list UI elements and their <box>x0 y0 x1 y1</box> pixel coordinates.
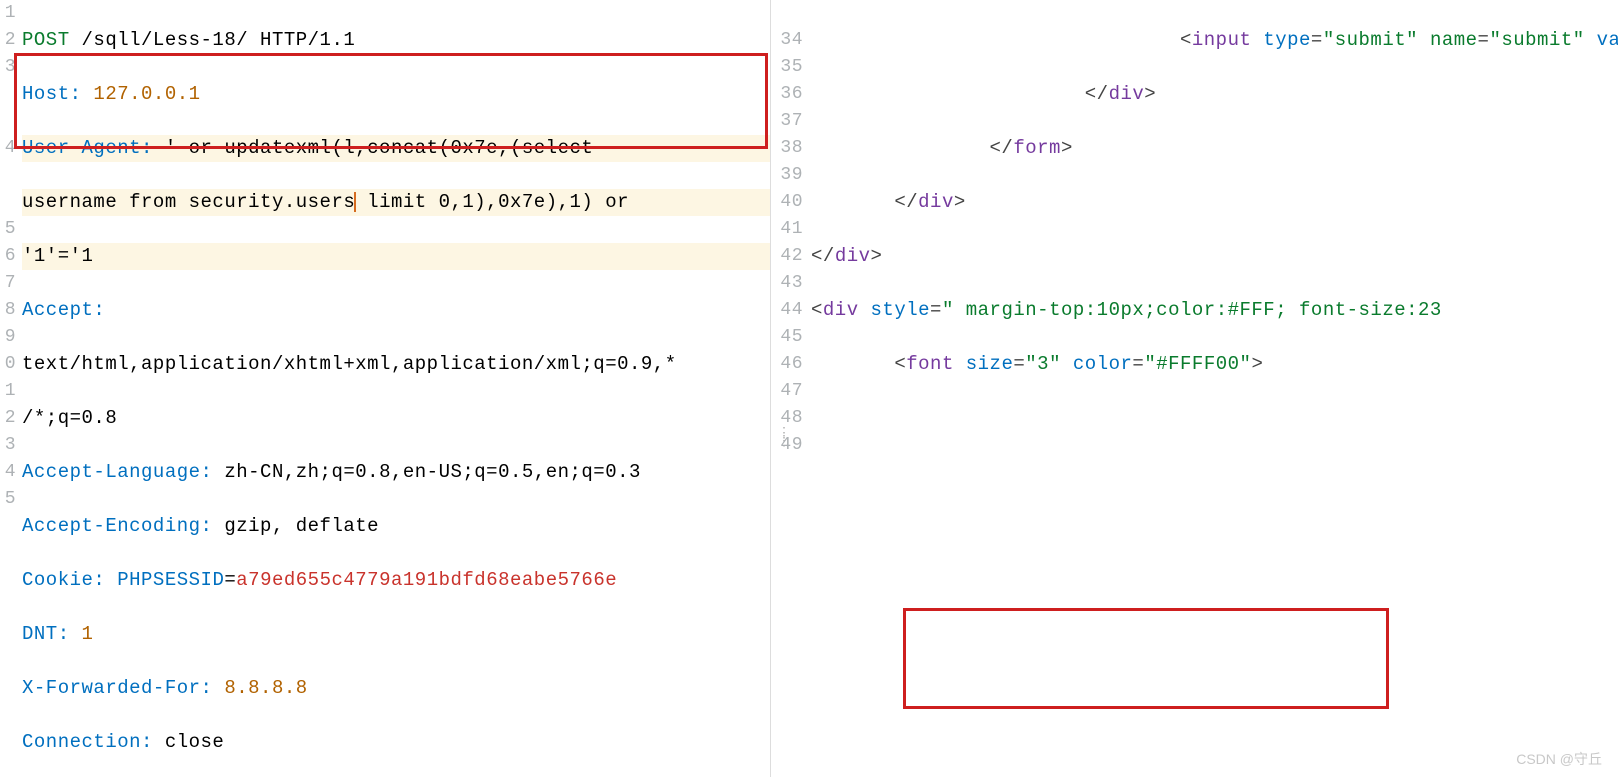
close-div-3: </div> <box>811 243 1618 270</box>
blank45 <box>811 675 1618 702</box>
left-gutter: 123 4 5 678 901 234 5 <box>0 0 18 513</box>
open-font: <font size="3" color="#FFFF00"> <box>811 351 1618 378</box>
right-gutter: 3435 363738 394041 424344 454647 4849 <box>771 0 805 459</box>
connection-header: Connection: close <box>22 729 770 756</box>
close-div-2: </div> <box>811 189 1618 216</box>
cookie-header: Cookie: PHPSESSID=a79ed655c4779a191bdfd6… <box>22 567 770 594</box>
close-div-1: </div> <box>811 81 1618 108</box>
blank42 <box>811 513 1618 540</box>
accept-header: Accept: <box>22 297 770 324</box>
request-code[interactable]: POST /sqll/Less-18/ HTTP/1.1 Host: 127.0… <box>22 0 770 777</box>
blank46 <box>811 729 1618 756</box>
close-form: </form> <box>811 135 1618 162</box>
blank41 <box>811 459 1618 486</box>
user-agent-header: User-Agent: ' or updatexml(l,concat(0x7e… <box>22 135 770 162</box>
split-panes: 123 4 5 678 901 234 5 POST /sqll/Less-18… <box>0 0 1618 777</box>
open-div-style: <div style=" margin-top:10px;color:#FFF;… <box>811 297 1618 324</box>
blank43 <box>811 567 1618 594</box>
request-line: POST /sqll/Less-18/ HTTP/1.1 <box>22 27 770 54</box>
input-tag-line: <input type="submit" name="submit" value… <box>811 27 1618 54</box>
xff-header: X-Forwarded-For: 8.8.8.8 <box>22 675 770 702</box>
response-pane[interactable]: ⋮⋮⋮⋮ 3435 363738 394041 424344 454647 48… <box>771 0 1618 777</box>
accept-encoding-header: Accept-Encoding: gzip, deflate <box>22 513 770 540</box>
request-pane[interactable]: 123 4 5 678 901 234 5 POST /sqll/Less-18… <box>0 0 771 777</box>
watermark-text: CSDN @守丘 <box>1516 749 1602 769</box>
user-agent-cont2: '1'='1 <box>22 243 770 270</box>
accept-language-header: Accept-Language: zh-CN,zh;q=0.8,en-US;q=… <box>22 459 770 486</box>
accept-value2: /*;q=0.8 <box>22 405 770 432</box>
dnt-header: DNT: 1 <box>22 621 770 648</box>
blank40 <box>811 405 1618 432</box>
response-code[interactable]: <input type="submit" name="submit" value… <box>811 0 1618 777</box>
accept-value1: text/html,application/xhtml+xml,applicat… <box>22 351 770 378</box>
blank44 <box>811 621 1618 648</box>
user-agent-cont1: username from security.users limit 0,1),… <box>22 189 770 216</box>
host-header: Host: 127.0.0.1 <box>22 81 770 108</box>
